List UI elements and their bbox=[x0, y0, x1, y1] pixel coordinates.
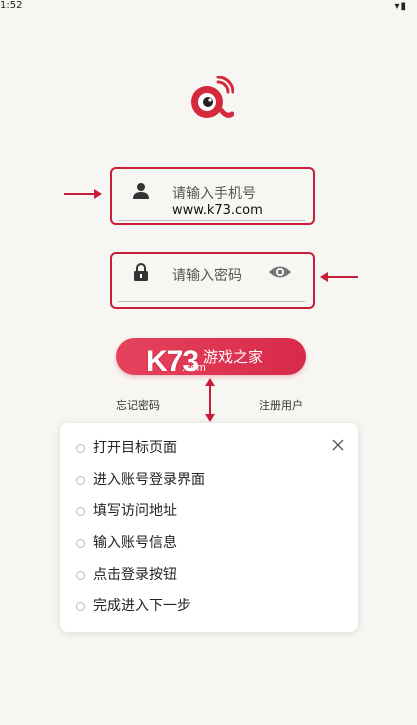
user-icon bbox=[133, 183, 149, 199]
register-link[interactable]: 注册用户 bbox=[259, 397, 303, 413]
step-bullet-icon bbox=[76, 444, 85, 453]
app-logo-icon bbox=[191, 76, 234, 118]
step-item: 进入账号登录界面 bbox=[76, 468, 205, 500]
watermark-subtext: .com bbox=[182, 362, 206, 374]
login-button[interactable]: 游戏之家 bbox=[116, 338, 306, 375]
username-field[interactable]: 请输入手机号 www.k73.com bbox=[110, 167, 315, 225]
forgot-password-link[interactable]: 忘记密码 bbox=[116, 397, 160, 413]
step-bullet-icon bbox=[76, 539, 85, 549]
password-field[interactable]: 请输入密码 bbox=[110, 252, 315, 309]
close-icon[interactable] bbox=[332, 439, 344, 451]
steps-card: 打开目标页面 进入账号登录界面 填写访问地址 输入账号信息 点击登录按钮 完成进… bbox=[60, 423, 358, 632]
username-value: www.k73.com bbox=[172, 203, 263, 218]
step-bullet-icon bbox=[76, 507, 85, 517]
arrow-vertical-icon bbox=[205, 378, 215, 422]
step-item: 打开目标页面 bbox=[76, 436, 205, 468]
eye-icon[interactable] bbox=[268, 264, 292, 280]
step-label: 输入账号信息 bbox=[93, 535, 177, 552]
step-bullet-icon bbox=[76, 602, 85, 612]
step-item: 点击登录按钮 bbox=[76, 563, 205, 595]
lock-icon bbox=[134, 263, 148, 281]
status-time: 1:52 bbox=[0, 0, 23, 11]
steps-list: 打开目标页面 进入账号登录界面 填写访问地址 输入账号信息 点击登录按钮 完成进… bbox=[76, 436, 205, 626]
step-label: 填写访问地址 bbox=[93, 503, 177, 520]
step-item: 完成进入下一步 bbox=[76, 594, 205, 626]
arrow-right-icon bbox=[64, 189, 102, 199]
step-item: 输入账号信息 bbox=[76, 531, 205, 563]
step-bullet-icon bbox=[76, 475, 85, 485]
arrow-left-icon bbox=[320, 272, 358, 282]
status-bar: 1:52 ▾▮ bbox=[0, 0, 417, 14]
step-label: 打开目标页面 bbox=[93, 440, 177, 456]
step-label: 完成进入下一步 bbox=[93, 598, 191, 615]
password-placeholder: 请输入密码 bbox=[172, 268, 242, 284]
password-underline bbox=[118, 301, 305, 302]
step-item: 填写访问地址 bbox=[76, 499, 205, 531]
login-button-label: 游戏之家 bbox=[202, 349, 263, 366]
username-placeholder: 请输入手机号 bbox=[172, 186, 256, 202]
step-label: 进入账号登录界面 bbox=[93, 471, 205, 488]
step-bullet-icon bbox=[76, 570, 85, 580]
status-icons: ▾▮ bbox=[394, 1, 407, 12]
step-label: 点击登录按钮 bbox=[93, 566, 177, 583]
username-underline bbox=[118, 220, 305, 221]
